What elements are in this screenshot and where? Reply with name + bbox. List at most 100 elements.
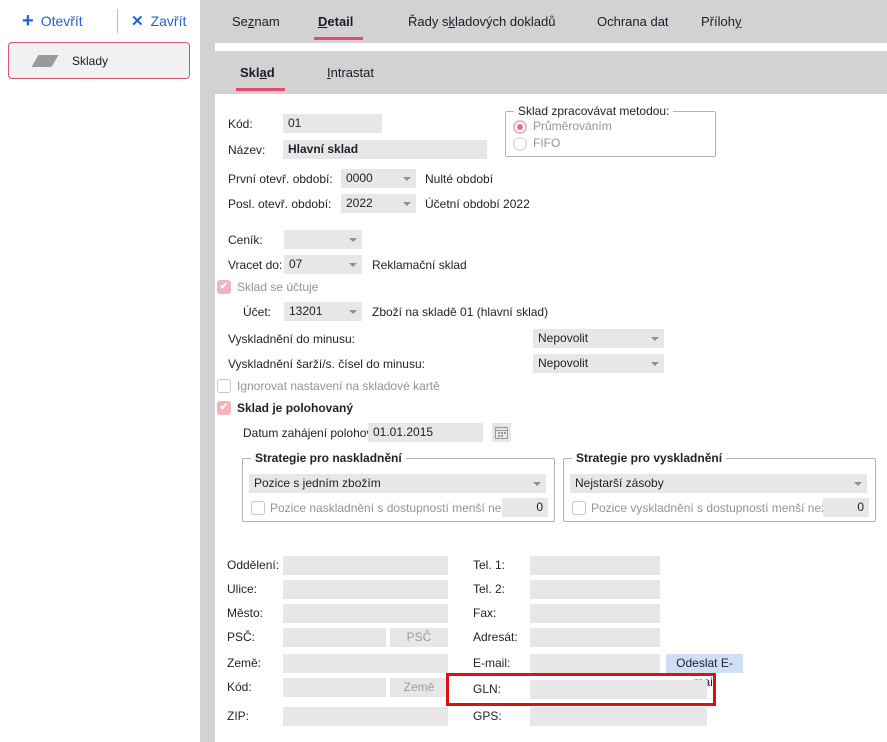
vyskladneni-sarzi-label: Vyskladnění šarží/s. čísel do minusu: xyxy=(228,355,425,374)
zeme-field[interactable] xyxy=(283,654,448,673)
naskladneni-dostupnost-checkbox: ✔ xyxy=(251,501,265,515)
tab-sklad[interactable]: Sklad xyxy=(240,51,275,94)
zeme-label: Země: xyxy=(227,654,261,673)
tab-prilohy[interactable]: Přílohy xyxy=(701,0,741,43)
processing-method-title: Sklad zpracovávat metodou: xyxy=(514,104,673,118)
fax-field[interactable] xyxy=(530,604,660,623)
gps-field[interactable] xyxy=(530,707,707,726)
ulice-field[interactable] xyxy=(283,580,448,599)
email-field[interactable] xyxy=(530,654,660,673)
zip-label: ZIP: xyxy=(227,707,249,726)
fax-label: Fax: xyxy=(473,604,496,623)
ucet-dropdown[interactable]: 13201 xyxy=(284,302,362,321)
vyskladneni-dostupnost-value: 0 xyxy=(823,498,869,517)
email-label: E-mail: xyxy=(473,654,510,673)
close-icon: ✕ xyxy=(131,12,144,30)
kod2-field[interactable] xyxy=(283,678,386,697)
sub-tab-bar: Sklad Intrastat xyxy=(215,51,887,94)
prvni-obdobi-dropdown[interactable]: 0000 xyxy=(341,169,416,188)
vracet-do-label: Vracet do: xyxy=(228,256,282,275)
send-email-button[interactable]: Odeslat E-mail xyxy=(666,654,743,673)
chevron-down-icon xyxy=(403,177,411,181)
tel2-label: Tel. 2: xyxy=(473,580,505,599)
toolbar-separator xyxy=(117,9,118,33)
tel2-field[interactable] xyxy=(530,580,660,599)
radio-fifo xyxy=(513,137,527,151)
vyskladneni-dostupnost-checkbox: ✔ xyxy=(572,501,586,515)
calendar-icon xyxy=(495,426,508,439)
warehouse-detail-window: + Otevřít ✕ Zavřít Sklady Seznam Detail … xyxy=(0,0,887,742)
warehouse-icon xyxy=(32,55,59,67)
zeme-button: Země xyxy=(390,678,448,697)
main-tab-bar: Seznam Detail Řady skladových dokladů Oc… xyxy=(215,0,887,43)
check-icon: ✔ xyxy=(218,402,230,414)
prvni-obdobi-label: První otevř. období: xyxy=(228,170,333,189)
oddeleni-label: Oddělení: xyxy=(227,556,279,575)
ucet-label: Účet: xyxy=(243,303,271,322)
sidebar-item-label: Sklady xyxy=(72,54,108,68)
ulice-label: Ulice: xyxy=(227,580,257,599)
posl-obdobi-label: Posl. otevř. období: xyxy=(228,195,331,214)
chevron-down-icon xyxy=(651,337,659,341)
gps-label: GPS: xyxy=(473,707,502,726)
chevron-down-icon xyxy=(854,482,862,486)
chevron-down-icon xyxy=(349,310,357,314)
oddeleni-field[interactable] xyxy=(283,556,448,575)
naskladneni-strategy-title: Strategie pro naskladnění xyxy=(251,451,406,465)
chevron-down-icon xyxy=(651,362,659,366)
tab-detail[interactable]: Detail xyxy=(318,0,353,43)
nazev-field[interactable]: Hlavní sklad xyxy=(283,140,487,159)
open-button[interactable]: + Otevřít xyxy=(22,9,83,33)
mesto-field[interactable] xyxy=(283,604,448,623)
close-button-label: Zavřít xyxy=(151,13,187,29)
vyskladneni-strategy-dropdown: Nejstarší zásoby xyxy=(570,474,867,493)
sklad-se-uctuje-label: Sklad se účtuje xyxy=(237,278,318,297)
vyskladneni-dostupnost-label: Pozice vyskladnění s dostupností menší n… xyxy=(591,499,827,518)
polohovany-label: Sklad je polohovaný xyxy=(237,399,353,418)
naskladneni-dostupnost-label: Pozice naskladnění s dostupností menší n… xyxy=(270,499,507,518)
cenik-label: Ceník: xyxy=(228,231,263,250)
tel1-label: Tel. 1: xyxy=(473,556,505,575)
ucet-desc: Zboží na skladě 01 (hlavní sklad) xyxy=(372,303,548,322)
vracet-do-dropdown[interactable]: 07 xyxy=(284,255,362,274)
open-button-label: Otevřít xyxy=(41,13,83,29)
vyskladneni-sarzi-dropdown: Nepovolit xyxy=(533,354,664,373)
radio-fifo-label: FIFO xyxy=(533,134,560,153)
posl-obdobi-desc: Účetní období 2022 xyxy=(425,195,530,214)
adresat-field[interactable] xyxy=(530,628,660,647)
posl-obdobi-dropdown[interactable]: 2022 xyxy=(341,194,416,213)
adresat-label: Adresát: xyxy=(473,628,518,647)
polohovany-checkbox[interactable]: ✔ xyxy=(217,401,231,415)
vracet-do-desc: Reklamační sklad xyxy=(372,256,467,275)
tab-rady-skladovych-dokladu[interactable]: Řady skladových dokladů xyxy=(408,0,555,43)
zip-field[interactable] xyxy=(283,707,448,726)
close-button[interactable]: ✕ Zavřít xyxy=(131,9,186,33)
ignorovat-label: Ignorovat nastavení na skladové kartě xyxy=(237,377,440,396)
vyskladneni-minus-dropdown: Nepovolit xyxy=(533,329,664,348)
tab-intrastat[interactable]: Intrastat xyxy=(327,51,374,94)
naskladneni-dostupnost-value: 0 xyxy=(502,498,548,517)
plus-icon: + xyxy=(22,11,34,31)
psc-label: PSČ: xyxy=(227,628,255,647)
prvni-obdobi-desc: Nulté období xyxy=(425,170,493,189)
datum-field[interactable]: 01.01.2015 xyxy=(368,423,483,442)
check-icon: ✔ xyxy=(218,281,230,293)
tel1-field[interactable] xyxy=(530,556,660,575)
cenik-dropdown[interactable] xyxy=(284,230,362,249)
tab-ochrana-dat[interactable]: Ochrana dat xyxy=(597,0,669,43)
tab-seznam[interactable]: Seznam xyxy=(232,0,280,43)
calendar-button[interactable] xyxy=(492,423,511,442)
psc-field[interactable] xyxy=(283,628,386,647)
sidebar-item-sklady[interactable]: Sklady xyxy=(8,42,190,79)
naskladneni-strategy-dropdown: Pozice s jedním zbožím xyxy=(249,474,546,493)
nazev-label: Název: xyxy=(228,141,265,160)
kod-label: Kód: xyxy=(228,115,253,134)
sklad-se-uctuje-checkbox: ✔ xyxy=(217,280,231,294)
kod-field[interactable]: 01 xyxy=(283,114,382,133)
chevron-down-icon xyxy=(349,263,357,267)
ignorovat-checkbox: ✔ xyxy=(217,379,231,393)
kod2-label: Kód: xyxy=(227,678,252,697)
panel-divider xyxy=(200,0,215,742)
chevron-down-icon xyxy=(349,238,357,242)
psc-button: PSČ xyxy=(390,628,448,647)
